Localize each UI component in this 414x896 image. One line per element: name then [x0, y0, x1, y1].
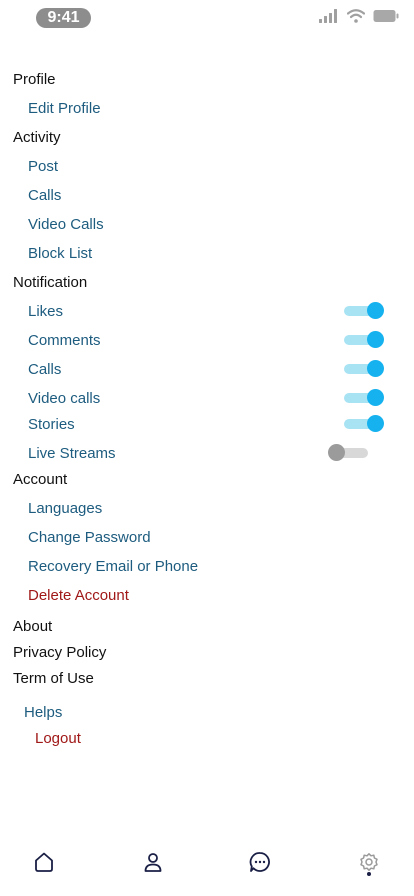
comments-toggle[interactable] [344, 330, 384, 350]
bottom-nav [0, 836, 414, 896]
languages-link[interactable]: Languages [28, 496, 414, 522]
calls-link[interactable]: Calls [28, 183, 414, 209]
battery-icon [373, 9, 400, 28]
live-streams-toggle[interactable] [328, 443, 376, 463]
video-calls-toggle[interactable] [344, 388, 384, 408]
nav-home-button[interactable] [22, 842, 66, 886]
status-icons [319, 9, 400, 28]
status-time: 9:41 [36, 8, 91, 28]
toggle-knob [367, 302, 384, 319]
wifi-icon [346, 9, 366, 28]
status-bar: 9:41 [0, 0, 414, 36]
section-notification-title: Notification [13, 274, 88, 291]
section-account-title: Account [13, 471, 68, 488]
toggle-knob [367, 415, 384, 432]
calls-toggle[interactable] [344, 359, 384, 379]
logout-button[interactable]: Logout [35, 726, 414, 752]
post-link[interactable]: Post [28, 154, 414, 180]
helps-link[interactable]: Helps [24, 700, 414, 726]
signal-icon [319, 9, 339, 28]
home-icon [32, 850, 56, 879]
video-calls-link[interactable]: Video Calls [28, 212, 414, 238]
change-password-link[interactable]: Change Password [28, 525, 414, 551]
toggle-knob [367, 360, 384, 377]
block-list-link[interactable]: Block List [28, 241, 414, 267]
nav-chat-button[interactable] [238, 842, 282, 886]
section-profile-title: Profile [13, 71, 56, 88]
stories-toggle[interactable] [344, 414, 384, 434]
about-link[interactable]: About [13, 614, 414, 640]
active-nav-indicator [367, 872, 371, 876]
toggle-knob [328, 444, 345, 461]
nav-profile-button[interactable] [131, 842, 175, 886]
edit-profile-link[interactable]: Edit Profile [28, 96, 414, 122]
section-activity-title: Activity [13, 129, 61, 146]
recovery-email-phone-link[interactable]: Recovery Email or Phone [28, 554, 414, 580]
likes-toggle[interactable] [344, 301, 384, 321]
delete-account-button[interactable]: Delete Account [28, 583, 414, 609]
toggle-knob [367, 389, 384, 406]
toggle-knob [367, 331, 384, 348]
profile-icon [141, 850, 165, 879]
privacy-policy-link[interactable]: Privacy Policy [13, 640, 414, 666]
nav-settings-button[interactable] [347, 842, 391, 886]
terms-of-use-link[interactable]: Term of Use [13, 666, 414, 692]
chat-icon [248, 850, 272, 879]
